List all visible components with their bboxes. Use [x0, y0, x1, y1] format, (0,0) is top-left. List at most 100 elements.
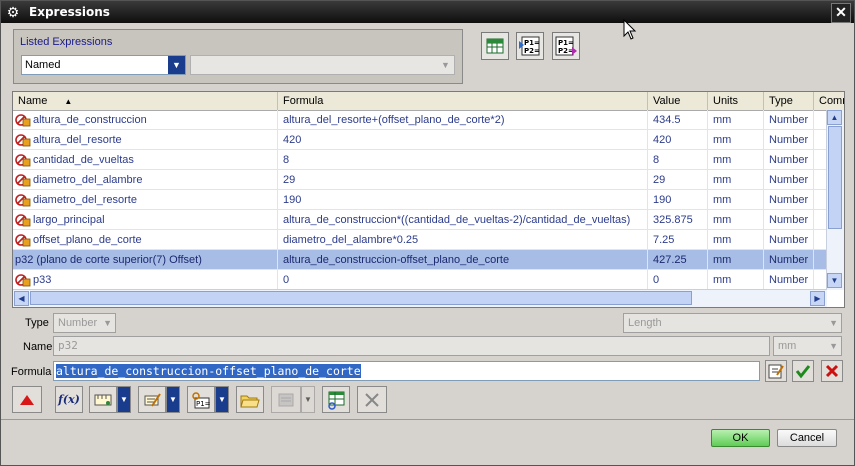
column-name[interactable]: Name ▲ [13, 92, 278, 110]
table-row[interactable]: altura_del_resorte 420 420 mm Number [13, 130, 844, 150]
cell-value: 0 [648, 270, 708, 290]
cell-units-text: mm [713, 174, 732, 186]
chevron-down-icon[interactable]: ▼ [166, 386, 180, 413]
type-select[interactable]: Number ▼ [53, 313, 116, 333]
table-row[interactable]: offset_plano_de_corte diametro_del_alambr… [13, 230, 844, 250]
cell-value-text: 325.875 [653, 214, 693, 226]
open-file-button[interactable] [236, 386, 264, 413]
edit-formula-button[interactable] [765, 360, 787, 382]
spreadsheet-icon [486, 38, 504, 54]
column-formula[interactable]: Formula [278, 92, 648, 110]
column-comment[interactable]: Comme [814, 92, 844, 110]
pencil-list-icon [144, 392, 161, 407]
horizontal-scroll-thumb[interactable] [30, 291, 692, 305]
collapse-button[interactable] [12, 386, 42, 413]
chevron-down-icon: ▼ [829, 318, 838, 328]
reference-button[interactable]: P1= [187, 386, 215, 413]
cell-formula: altura_del_resorte+(offset_plano_de_cort… [278, 110, 648, 130]
list-view-button[interactable] [271, 386, 301, 413]
listed-filter-value: Named [25, 59, 61, 71]
close-icon[interactable]: ✕ [831, 3, 851, 23]
expression-icon [15, 114, 31, 127]
folder-open-icon [240, 395, 260, 407]
table-row[interactable]: diametro_del_resorte 190 190 mm Number [13, 190, 844, 210]
listed-filter-select[interactable]: Named ▼ [21, 55, 186, 75]
import-expressions-button[interactable]: P1= P2= [516, 32, 544, 60]
table-row[interactable]: cantidad_de_vueltas 8 8 mm Number [13, 150, 844, 170]
cell-formula: 8 [278, 150, 648, 170]
formula-input[interactable]: altura_de_construccion-offset_plano_de_c… [53, 361, 760, 381]
cell-value-text: 29 [653, 174, 666, 186]
scroll-down-icon[interactable]: ▼ [827, 273, 842, 288]
export-expressions-button[interactable]: P1= P2= [552, 32, 580, 60]
cell-value-text: 434.5 [653, 114, 681, 126]
svg-text:P2=: P2= [558, 47, 574, 55]
cell-formula-text: 8 [283, 154, 290, 166]
measure-distance-button[interactable] [89, 386, 117, 413]
cell-name-text: altura_de_construccion [33, 114, 147, 126]
scroll-left-icon[interactable]: ◀ [14, 291, 29, 306]
cell-units: mm [708, 270, 764, 290]
secondary-filter-select[interactable]: ▼ [190, 55, 455, 75]
cell-units-text: mm [713, 234, 732, 246]
cell-value-text: 0 [653, 274, 660, 286]
cell-type: Number [764, 110, 814, 130]
delete-button[interactable] [357, 386, 387, 413]
chevron-down-icon[interactable]: ▼ [215, 386, 229, 413]
spreadsheet-link-button[interactable] [322, 386, 350, 413]
cell-name: diametro_del_resorte [13, 190, 278, 210]
table-row[interactable]: p32 (plano de corte superior(7) Offset) a… [13, 250, 844, 270]
cell-name-text: offset_plano_de_corte [33, 234, 142, 246]
cell-type: Number [764, 270, 814, 290]
units-select[interactable]: mm ▼ [773, 336, 842, 356]
cell-formula-text: 190 [283, 194, 302, 206]
name-input[interactable]: p32 [53, 336, 770, 356]
ok-button[interactable]: OK [711, 429, 770, 447]
cell-name: p33 [13, 270, 278, 290]
cell-units-text: mm [713, 214, 732, 226]
column-value[interactable]: Value [648, 92, 708, 110]
chevron-down-icon[interactable]: ▼ [437, 56, 454, 74]
chevron-down-icon[interactable]: ▼ [168, 56, 185, 74]
cell-value-text: 427.25 [653, 254, 687, 266]
cell-type-text: Number [769, 154, 809, 166]
cell-formula-text: diametro_del_alambre*0.25 [283, 234, 419, 246]
chevron-down-icon[interactable]: ▼ [117, 386, 131, 413]
reject-edit-button[interactable] [821, 360, 843, 382]
functions-list-button[interactable] [138, 386, 166, 413]
functions-button[interactable]: f(x) [55, 386, 83, 413]
dimension-select[interactable]: Length ▼ [623, 313, 842, 333]
svg-text:P1=: P1= [558, 39, 574, 47]
vertical-scroll-thumb[interactable] [828, 126, 842, 229]
column-type[interactable]: Type [764, 92, 814, 110]
spreadsheet-refresh-icon [328, 391, 345, 410]
column-units[interactable]: Units [708, 92, 764, 110]
cell-type-text: Number [769, 234, 809, 246]
units-select-value: mm [778, 340, 797, 352]
accept-edit-button[interactable] [792, 360, 814, 382]
horizontal-scrollbar[interactable]: ◀ ▶ [13, 289, 827, 307]
cell-formula: altura_de_construccion-offset_plano_de_c… [278, 250, 648, 270]
cell-formula-text: 0 [283, 274, 290, 286]
cell-formula: 29 [278, 170, 648, 190]
vertical-scrollbar[interactable]: ▲ ▼ [826, 110, 844, 290]
chevron-down-icon[interactable]: ▼ [301, 386, 315, 413]
scroll-right-icon[interactable]: ▶ [810, 291, 825, 306]
cell-type-text: Number [769, 274, 809, 286]
cell-units: mm [708, 210, 764, 230]
type-select-value: Number [58, 317, 98, 329]
cell-name: altura_del_resorte [13, 130, 278, 150]
svg-text:P1=: P1= [524, 39, 540, 47]
table-row[interactable]: p33 0 0 mm Number [13, 270, 844, 290]
cell-units-text: mm [713, 274, 732, 286]
column-name-label: Name [18, 95, 48, 107]
cancel-button[interactable]: Cancel [777, 429, 837, 447]
table-row[interactable]: largo_principal altura_de_construccion*((… [13, 210, 844, 230]
scroll-up-icon[interactable]: ▲ [827, 110, 842, 125]
triangle-up-icon [20, 394, 34, 405]
cell-units-text: mm [713, 194, 732, 206]
table-row[interactable]: diametro_del_alambre 29 29 mm Number [13, 170, 844, 190]
cell-type-text: Number [769, 194, 809, 206]
table-row[interactable]: altura_de_construccion altura_del_resorte… [13, 110, 844, 130]
spreadsheet-edit-button[interactable] [481, 32, 509, 60]
